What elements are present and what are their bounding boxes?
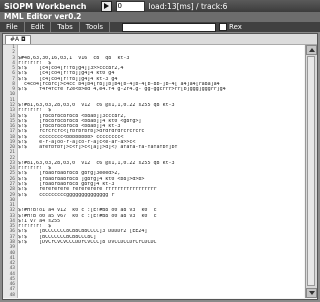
code-line: $!$ cccccccccgggggggggggggg r — [18, 192, 115, 198]
line-number-gutter: 1 2 3 4 5 6 7 8 9 10 11 12 13 14 15 16 17 18 19 20 21 22 23 24 2… — [3, 45, 18, 298]
scroll-thumb[interactable] — [307, 56, 315, 286]
code-line: $!$ [BCCCCCCC8CB8CB8CCCC]3 DDDDr2 [EE24] — [18, 229, 148, 235]
line-number: 22 — [9, 155, 15, 161]
title-bar: SiOPM Workbench 0 load:13[ms] / track:6 — [0, 0, 320, 12]
code-line: $!$ [r8c8r8c8r8c8 <b8ab]]4 kt0 <g8fg>] — [18, 118, 142, 124]
line-number: 13 — [9, 108, 15, 114]
code-line: $!$ [r8c8r8c8r8c8 <b8ab]]4 kt-3 — [18, 124, 121, 130]
menu-file[interactable]: File — [0, 22, 25, 32]
code-line: $!$ rcrcrcrc<[rbrbrbrb]>drdrdrdrcrcrcrc — [18, 129, 145, 135]
code-line: $#48,63,30,16,03,1 v16 c8 q8 kt-3 — [18, 55, 130, 61]
line-number: 18 — [9, 134, 15, 140]
editor-title: MML Editor ver0.2 — [0, 12, 320, 22]
line-number: 29 — [9, 192, 15, 198]
code-line: $!$ afefbfbf]>c<f]>c<[a]]>d]<) afafa-fa-… — [18, 145, 178, 151]
code-line: $!$ f4r4fcfe r2e<b>ed 4,e4.f4 g-2r4.g- g… — [18, 87, 226, 93]
line-number: 44 — [9, 271, 15, 277]
menu-tabs[interactable]: Tabs — [51, 22, 80, 32]
code-line: $!#81,63,03,28,03,0 v12 c6 @s1,1,0.22 s2… — [18, 102, 175, 108]
code-line: $!$ [c4]co4[r!f8]]g4]4 kt0 g4 — [18, 71, 115, 77]
line-number: 43 — [9, 266, 15, 272]
line-number: 26 — [9, 176, 15, 182]
line-number: 28 — [9, 187, 15, 193]
code-line: $!$ [r8a8r8a8r8c8 ]g8fg]4 kt0 <b8]>d>b> — [18, 176, 145, 182]
code-editor[interactable]: $#48,63,30,16,03,1 v16 c8 q8 kt-3 r!r!r!r… — [18, 45, 304, 298]
scroll-down-button[interactable] — [306, 288, 317, 298]
code-line: r!r!r!r! $ — [18, 60, 52, 66]
menu-bar: File Edit Tabs Tools Rex — [0, 22, 320, 32]
play-icon — [104, 3, 109, 9]
line-number: 33 — [9, 213, 15, 219]
line-number: 40 — [9, 250, 15, 256]
code-line: $!#81,63,03,28,03,0 v12 c6 @s1,1,0.22 s2… — [18, 160, 175, 166]
code-line: $!$ [c4]co4[r!f8]g4]]3>>ccc8r2,4 — [18, 66, 124, 72]
code-line: r!r!r!r! $ — [18, 108, 52, 114]
code-line: $!$ [BCCCCCCCBCB8CCC8C] — [18, 234, 97, 240]
code-line: r!r!r!r! $ — [18, 224, 52, 230]
line-number: 2 — [12, 50, 15, 56]
code-line: $!$ [DvCrCvCvCCCDDrCvCCC]8 DvCCDCCDrCrCD… — [18, 239, 157, 245]
line-number: 36 — [9, 229, 15, 235]
menu-edit[interactable]: Edit — [25, 22, 52, 32]
search-input[interactable] — [122, 22, 217, 32]
code-line: $!1 v7 a4 s255 — [18, 218, 61, 224]
code-line: $!$ rerererere rerererere rfrfrfrfrrrrrr… — [18, 187, 157, 193]
code-line: $!$ [c4]co4[r!f8]]g4]4 kt-3 g4 — [18, 76, 118, 82]
arrow-down-icon — [308, 291, 315, 295]
code-line: r!r!r!r! $ — [18, 166, 52, 172]
code-line: $!$ cccccccc<bbbbbbbb> cccccccc< — [18, 134, 124, 140]
line-number: 17 — [9, 129, 15, 135]
regex-label: Rex — [229, 23, 242, 31]
scroll-up-button[interactable] — [306, 45, 317, 55]
line-number: 39 — [9, 245, 15, 251]
line-number: 7 — [12, 76, 15, 82]
tab-bar: #A ◘ — [3, 34, 317, 45]
menu-tools[interactable]: Tools — [80, 22, 111, 32]
line-number: 14 — [9, 113, 15, 119]
line-number: 3 — [12, 55, 15, 61]
code-line: $!$ [r8c8r8c8r8c8 <b8ab]]3ccc8r2, — [18, 113, 127, 119]
line-number: 25 — [9, 171, 15, 177]
code-line: $!#H!B!o1 a4 v12 k0 c :[E!#B8 o0 a8 v3 k… — [18, 208, 157, 214]
editor-panel: #A ◘ 1 2 3 4 5 6 7 8 9 10 11 12 13 14 15 16 17 18 19 20 21 22… — [2, 33, 318, 300]
vertical-scrollbar[interactable] — [305, 45, 317, 298]
code-line: c4co4[rc8rc]>c4cc b4]b4[r8]]b]b4[b-4]b-4… — [18, 81, 220, 87]
line-number: 32 — [9, 208, 15, 214]
app-title: SiOPM Workbench — [4, 1, 87, 11]
seek-input[interactable]: 0 — [115, 0, 145, 12]
play-button[interactable] — [100, 0, 112, 12]
code-line: $!$ e-r-a]oo-r-a]co-r-a]c<e-ar-a>>c< — [18, 139, 136, 145]
line-number: 47 — [9, 287, 15, 293]
line-number: 6 — [12, 71, 15, 77]
regex-toggle[interactable]: Rex — [219, 23, 242, 31]
status-text: load:13[ms] / track:6 — [148, 1, 228, 11]
line-number: 48 — [9, 292, 15, 298]
line-number: 21 — [9, 150, 15, 156]
code-line: $!#H!B o0 a5 v67 k0 c :[E!#B8 o0 a8 v3 k… — [18, 213, 157, 219]
tab-a[interactable]: #A ◘ — [5, 35, 31, 44]
line-number: 10 — [9, 92, 15, 98]
regex-checkbox[interactable] — [219, 23, 228, 31]
arrow-up-icon — [308, 48, 315, 52]
code-line: $!$ [r8a8r8a8r8c8 g8fg]3eeed>2, — [18, 171, 121, 177]
line-number: 37 — [9, 234, 15, 240]
code-line: $!$ [r8a8r8a8r8c8 g8fg]4 kt-3 — [18, 182, 115, 188]
line-number: 11 — [9, 97, 15, 103]
